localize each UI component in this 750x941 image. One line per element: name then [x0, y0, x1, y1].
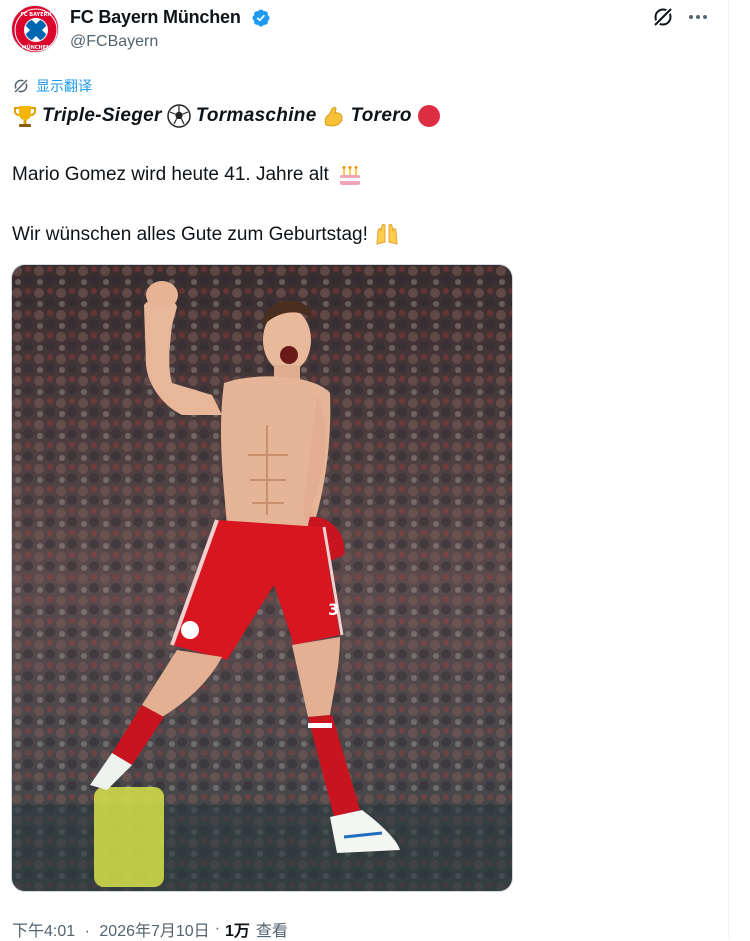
grok-icon[interactable]	[651, 5, 675, 29]
birthday-cake-icon	[339, 166, 360, 185]
show-translation-label: 显示翻译	[36, 78, 92, 94]
column-divider	[728, 0, 729, 938]
tweet-time: 下午4:01	[12, 923, 76, 940]
avatar[interactable]: FC BAYERN MÜNCHEN	[11, 5, 59, 53]
separator: ·	[214, 920, 221, 937]
tweet-meta: 下午4:01 · 2026年7月10日 · 1万 查看	[12, 917, 288, 941]
tweet-photo[interactable]: 3	[11, 264, 513, 892]
red-circle-icon	[417, 105, 440, 127]
fc-bayern-logo: FC BAYERN MÜNCHEN	[13, 7, 58, 52]
raising-hands-icon	[376, 224, 398, 245]
tweet-line-3-text: Wir wünschen alles Gute zum Geburtstag!	[12, 224, 368, 245]
svg-text:FC BAYERN: FC BAYERN	[20, 12, 51, 18]
views-count[interactable]: 1万	[225, 917, 250, 941]
tweet-date: 2026年7月10日	[99, 923, 210, 940]
flexed-biceps-icon	[324, 107, 343, 127]
account-handle[interactable]: @FCBayern	[70, 33, 158, 51]
tweet-line-2-text: Mario Gomez wird heute 41. Jahre alt	[12, 164, 329, 185]
views-label: 查看	[255, 923, 288, 940]
show-translation-button[interactable]: 显示翻译	[12, 76, 92, 96]
tweet: FC BAYERN MÜNCHEN FC Bayern München @FCB…	[0, 0, 728, 941]
account-name[interactable]: FC Bayern München	[70, 7, 241, 28]
tweet-segment-torero: Torero	[350, 105, 412, 126]
tweet-segment-tormaschine: Tormaschine	[195, 105, 317, 126]
verified-badge-icon	[252, 9, 270, 27]
trophy-icon	[14, 106, 36, 127]
tweet-timestamp-link[interactable]: 下午4:01 · 2026年7月10日	[12, 917, 210, 941]
soccer-ball-icon	[166, 104, 191, 128]
photo-mario-gomez-celebrating: 3	[12, 265, 512, 891]
tweet-line-1: Triple-Sieger Tormaschine Torero	[12, 101, 442, 131]
more-icon[interactable]	[686, 5, 710, 29]
svg-text:MÜNCHEN: MÜNCHEN	[22, 44, 51, 51]
tweet-line-3: Wir wünschen alles Gute zum Geburtstag!	[12, 220, 400, 250]
grok-icon	[12, 77, 30, 95]
tweet-line-2: Mario Gomez wird heute 41. Jahre alt	[12, 160, 363, 190]
svg-text:3: 3	[328, 600, 339, 619]
separator: ·	[84, 923, 90, 940]
tweet-segment-triple-sieger: Triple-Sieger	[42, 105, 162, 126]
